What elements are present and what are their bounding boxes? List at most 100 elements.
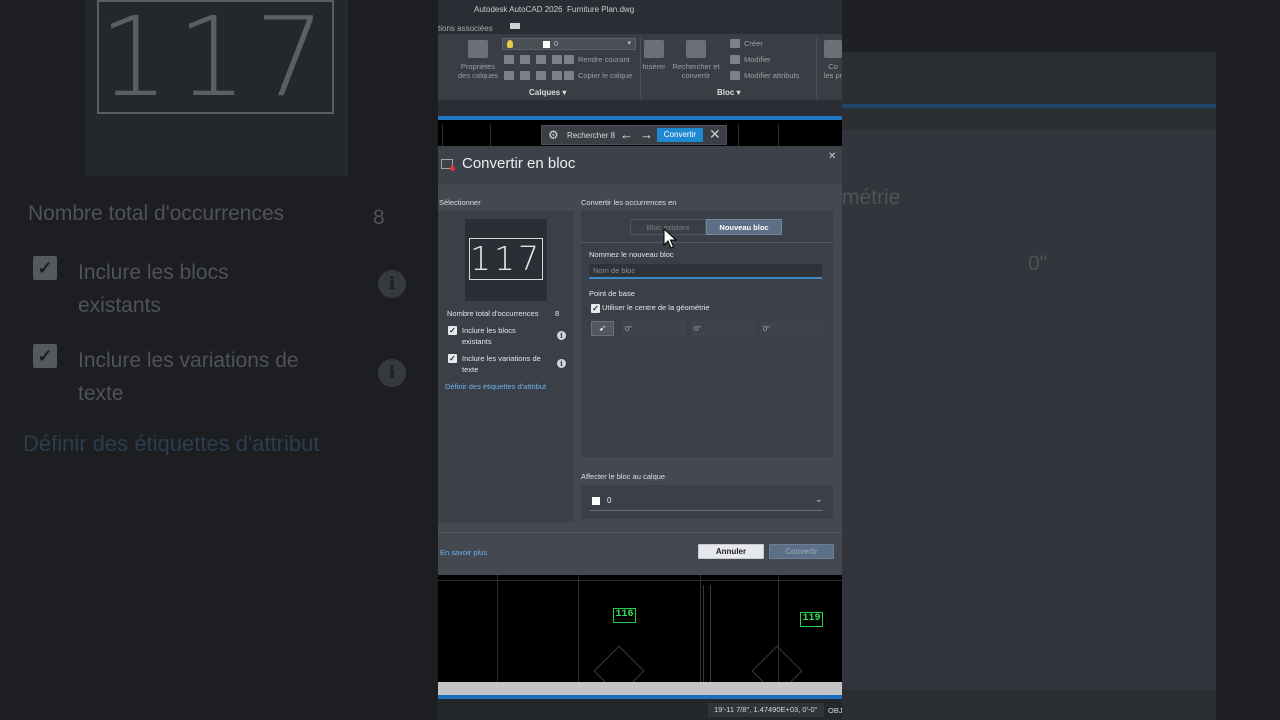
ribbon: Propriétés des calques 0 ▾ Rendre couran… xyxy=(438,34,842,100)
layer-tool-icon[interactable] xyxy=(504,71,514,80)
find-toolbar: ⚙ Rechercher 8 ← → Convertir ✕ xyxy=(541,125,727,145)
title-bar: Autodesk AutoCAD 2026 Furniture Plan.dwg… xyxy=(438,0,842,34)
dialog-header: Convertir en bloc ✕ xyxy=(438,146,842,184)
close-icon[interactable]: ✕ xyxy=(828,151,836,162)
layer-select[interactable]: 0 ⌄ xyxy=(581,485,833,519)
block-name-input[interactable] xyxy=(589,264,822,279)
info-icon[interactable]: i xyxy=(557,331,566,340)
modifier-label[interactable]: Modifier xyxy=(744,55,771,64)
bulb-icon xyxy=(507,40,513,48)
drawing-canvas[interactable]: 116 119 xyxy=(438,575,842,697)
close-icon[interactable]: ✕ xyxy=(709,126,721,143)
pick-point-button[interactable]: ➹ xyxy=(591,321,614,336)
use-center-checkbox[interactable]: ✓ xyxy=(591,304,600,313)
define-attribute-tags-link[interactable]: Définir des étiquettes d'attribut xyxy=(445,382,546,391)
inserer-label[interactable]: Insérer xyxy=(638,62,670,71)
layer-tool-icon[interactable] xyxy=(520,55,530,64)
rendre-courant[interactable]: Rendre courant xyxy=(578,55,630,64)
create-block-icon[interactable] xyxy=(730,39,740,48)
room-tag[interactable]: 119 xyxy=(800,612,823,627)
use-center-label[interactable]: Utiliser le centre de la géométrie xyxy=(602,303,710,314)
bg-check-icon: ✓ xyxy=(33,256,57,280)
convert-to-block-dialog: Convertir en bloc ✕ Sélectionner 117 Nom… xyxy=(438,146,842,575)
workspace-icon[interactable] xyxy=(510,23,520,29)
layer-tool-icon[interactable] xyxy=(536,71,546,80)
layer-dropdown[interactable]: 0 ▾ xyxy=(502,38,636,50)
select-underline xyxy=(589,510,823,511)
layer-tool-icon[interactable] xyxy=(552,55,562,64)
copier-calque[interactable]: Copier le calque xyxy=(578,71,632,80)
blurred-background-left: 117 Nombre total d'occurrences 8 ✓ Inclu… xyxy=(0,0,438,720)
select-label: Sélectionner xyxy=(439,198,481,207)
include-blocks-label[interactable]: Inclure les blocs existants xyxy=(462,326,516,347)
divider xyxy=(581,242,833,243)
chevron-down-icon: ⌄ xyxy=(815,494,823,504)
coord-x-field[interactable]: 0" xyxy=(622,321,686,336)
bg-define-attr-link: Définir des étiquettes d'attribut xyxy=(23,431,320,456)
layer-properties-icon[interactable] xyxy=(468,40,488,58)
bg-info-icon: i xyxy=(378,359,406,387)
cad-line xyxy=(490,124,491,146)
rechercher-convertir-label[interactable]: Rechercher et convertir xyxy=(670,62,722,80)
layer-tool-icon[interactable] xyxy=(536,55,546,64)
layer-tool-icon[interactable] xyxy=(552,71,562,80)
blurred-background-right: métrie 0" xyxy=(842,0,1280,720)
info-icon[interactable]: i xyxy=(557,359,566,368)
creer-label[interactable]: Créer xyxy=(744,39,763,48)
cancel-button[interactable]: Annuler xyxy=(698,544,764,559)
insert-block-icon[interactable] xyxy=(644,40,664,58)
find-convert-icon[interactable] xyxy=(686,40,706,58)
cut-off-label[interactable]: Co les pr xyxy=(818,62,842,80)
edit-attributes-icon[interactable] xyxy=(730,71,740,80)
convert-button[interactable]: Convertir xyxy=(769,544,834,559)
cad-line xyxy=(778,124,779,146)
chevron-down-icon: ▾ xyxy=(627,40,631,47)
bg-total-value: 8 xyxy=(373,206,385,229)
bg-check-icon: ✓ xyxy=(33,344,57,368)
include-variations-checkbox[interactable]: ✓ xyxy=(448,354,457,363)
layer-tool-icon[interactable] xyxy=(504,55,514,64)
total-occurrences-value: 8 xyxy=(555,309,560,318)
tab-fragment[interactable]: tions associées xyxy=(438,24,493,33)
include-blocks-checkbox[interactable]: ✓ xyxy=(448,326,457,335)
layer-properties-label[interactable]: Propriétés des calques xyxy=(452,62,504,80)
dialog-title: Convertir en bloc xyxy=(462,155,576,172)
findbar-convert-button[interactable]: Convertir xyxy=(657,128,703,142)
set-current-icon[interactable] xyxy=(564,55,574,64)
room-tag[interactable]: 116 xyxy=(613,608,636,623)
gear-icon[interactable]: ⚙ xyxy=(548,128,559,142)
learn-more-link[interactable]: En savoir plus xyxy=(440,548,487,557)
group-calques[interactable]: Calques ▾ xyxy=(529,88,566,97)
include-variations-label[interactable]: Inclure les variations de texte xyxy=(462,354,541,375)
horizontal-scrollbar[interactable] xyxy=(438,682,842,695)
arrow-right-icon[interactable]: → xyxy=(640,127,653,142)
layer-dropdown-value: 0 xyxy=(554,39,559,48)
arrow-left-icon[interactable]: ← xyxy=(620,127,633,142)
bg-preview-text: 117 xyxy=(97,0,334,121)
bg-right-zero: 0" xyxy=(1028,252,1048,275)
coord-z-field[interactable]: 0" xyxy=(760,321,824,336)
coord-y-field[interactable]: 0" xyxy=(691,321,755,336)
obj-toggle[interactable]: OBJ xyxy=(828,706,842,715)
bg-total-label: Nombre total d'occurrences xyxy=(28,202,285,225)
cad-line xyxy=(578,575,579,682)
block-icon xyxy=(441,159,455,171)
cut-off-tool-icon[interactable] xyxy=(824,40,842,58)
copy-layer-icon[interactable] xyxy=(564,71,574,80)
name-block-label: Nommez le nouveau bloc xyxy=(589,250,674,259)
layer-select-value: 0 xyxy=(607,496,612,505)
cursor-coordinates: 19'-11 7/8", 1.47490E+03, 0'-0" xyxy=(708,703,824,717)
segment-new-block[interactable]: Nouveau bloc xyxy=(706,219,782,235)
cad-line xyxy=(497,575,498,682)
bg-right-fragment: métrie xyxy=(842,186,901,209)
app-title: Autodesk AutoCAD 2026 xyxy=(474,5,563,14)
bg-panel-inner xyxy=(842,130,1216,690)
modifier-attributs-label[interactable]: Modifier attributs xyxy=(744,71,799,80)
layer-tool-icon[interactable] xyxy=(520,71,530,80)
group-bloc[interactable]: Bloc ▾ xyxy=(717,88,741,97)
cad-line xyxy=(738,124,739,146)
edit-block-icon[interactable] xyxy=(730,55,740,64)
bg-info-icon: i xyxy=(378,270,406,298)
footer-divider xyxy=(438,532,842,533)
find-count: Rechercher 8 xyxy=(567,131,616,140)
